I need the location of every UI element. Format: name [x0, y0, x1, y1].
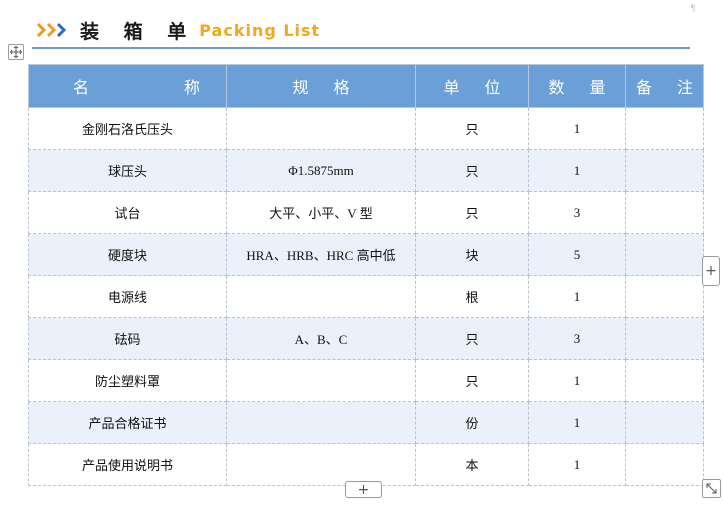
table-row: 砝码 A、B、C 只 3	[28, 317, 704, 360]
cell-spec[interactable]	[226, 359, 416, 402]
cell-note[interactable]	[625, 107, 704, 150]
cell-qty[interactable]: 3	[528, 317, 626, 360]
cell-note[interactable]	[625, 149, 704, 192]
cell-unit[interactable]: 只	[415, 149, 529, 192]
cell-name[interactable]: 产品使用说明书	[28, 443, 227, 486]
cell-qty[interactable]: 1	[528, 401, 626, 444]
header-unit-label: 单 位	[443, 78, 511, 97]
table-resize-handle[interactable]	[702, 479, 721, 498]
cell-spec[interactable]: A、B、C	[226, 317, 416, 360]
cell-name[interactable]: 产品合格证书	[28, 401, 227, 444]
cell-note[interactable]	[625, 359, 704, 402]
cell-unit[interactable]: 本	[415, 443, 529, 486]
document-page: ¶ 装 箱 单 Packing List 名 称 规 格 单 位 数 量 备 注…	[0, 0, 723, 517]
plus-icon: +	[705, 263, 717, 279]
title-chinese: 装 箱 单	[80, 20, 196, 43]
table-row: 产品合格证书 份 1	[28, 401, 704, 444]
cell-unit[interactable]: 只	[415, 317, 529, 360]
cell-note[interactable]	[625, 275, 704, 318]
add-row-button[interactable]: +	[345, 481, 382, 498]
cell-spec[interactable]: 大平、小平、V 型	[226, 191, 416, 234]
header-unit[interactable]: 单 位	[415, 64, 529, 108]
chevron-arrows-icon	[36, 22, 70, 38]
table-move-handle[interactable]	[8, 44, 24, 60]
cell-spec[interactable]	[226, 401, 416, 444]
title-english: Packing List	[199, 20, 321, 40]
title-underline	[32, 47, 690, 49]
table-row: 金刚石洛氏压头 只 1	[28, 107, 704, 150]
header-qty[interactable]: 数 量	[528, 64, 626, 108]
header-name-left: 名	[73, 78, 90, 97]
header-spec[interactable]: 规 格	[226, 64, 416, 108]
paragraph-mark: ¶	[690, 4, 696, 14]
table-row: 硬度块 HRA、HRB、HRC 高中低 块 5	[28, 233, 704, 276]
table-row: 电源线 根 1	[28, 275, 704, 318]
table-row: 防尘塑料罩 只 1	[28, 359, 704, 402]
move-arrows-icon	[10, 46, 22, 58]
header-note[interactable]: 备 注	[625, 64, 704, 108]
header-spec-label: 规 格	[292, 78, 360, 97]
header-note-label: 备 注	[635, 78, 704, 97]
cell-name[interactable]: 防尘塑料罩	[28, 359, 227, 402]
cell-note[interactable]	[625, 317, 704, 360]
add-column-button[interactable]: +	[702, 256, 720, 286]
cell-qty[interactable]: 5	[528, 233, 626, 276]
cell-name[interactable]: 球压头	[28, 149, 227, 192]
cell-note[interactable]	[625, 401, 704, 444]
cell-note[interactable]	[625, 233, 704, 276]
cell-qty[interactable]: 1	[528, 359, 626, 402]
cell-spec[interactable]: Φ1.5875mm	[226, 149, 416, 192]
cell-note[interactable]	[625, 191, 704, 234]
cell-unit[interactable]: 只	[415, 107, 529, 150]
cell-qty[interactable]: 1	[528, 107, 626, 150]
cell-qty[interactable]: 3	[528, 191, 626, 234]
cell-qty[interactable]: 1	[528, 443, 626, 486]
cell-unit[interactable]: 份	[415, 401, 529, 444]
header-qty-label: 数 量	[548, 78, 616, 97]
cell-spec[interactable]: HRA、HRB、HRC 高中低	[226, 233, 416, 276]
cell-spec[interactable]	[226, 443, 416, 486]
cell-qty[interactable]: 1	[528, 149, 626, 192]
cell-spec[interactable]	[226, 275, 416, 318]
cell-name[interactable]: 砝码	[28, 317, 227, 360]
table-row: 试台 大平、小平、V 型 只 3	[28, 191, 704, 234]
cell-name[interactable]: 电源线	[28, 275, 227, 318]
cell-qty[interactable]: 1	[528, 275, 626, 318]
cell-unit[interactable]: 块	[415, 233, 529, 276]
cell-note[interactable]	[625, 443, 704, 486]
cell-unit[interactable]: 根	[415, 275, 529, 318]
table-row: 球压头 Φ1.5875mm 只 1	[28, 149, 704, 192]
cell-spec[interactable]	[226, 107, 416, 150]
cell-unit[interactable]: 只	[415, 359, 529, 402]
table-header-row: 名 称 规 格 单 位 数 量 备 注	[28, 64, 704, 108]
cell-name[interactable]: 试台	[28, 191, 227, 234]
table-row: 产品使用说明书 本 1	[28, 443, 704, 486]
header-name-right: 称	[183, 78, 200, 97]
packing-list-table: 名 称 规 格 单 位 数 量 备 注 金刚石洛氏压头 只 1 球压头 Φ1.5	[28, 64, 704, 486]
cell-unit[interactable]: 只	[415, 191, 529, 234]
diagonal-resize-icon	[706, 483, 717, 494]
document-title: 装 箱 单 Packing List	[36, 14, 320, 46]
plus-icon: +	[357, 481, 370, 498]
header-name[interactable]: 名 称	[28, 64, 227, 108]
cell-name[interactable]: 硬度块	[28, 233, 227, 276]
cell-name[interactable]: 金刚石洛氏压头	[28, 107, 227, 150]
